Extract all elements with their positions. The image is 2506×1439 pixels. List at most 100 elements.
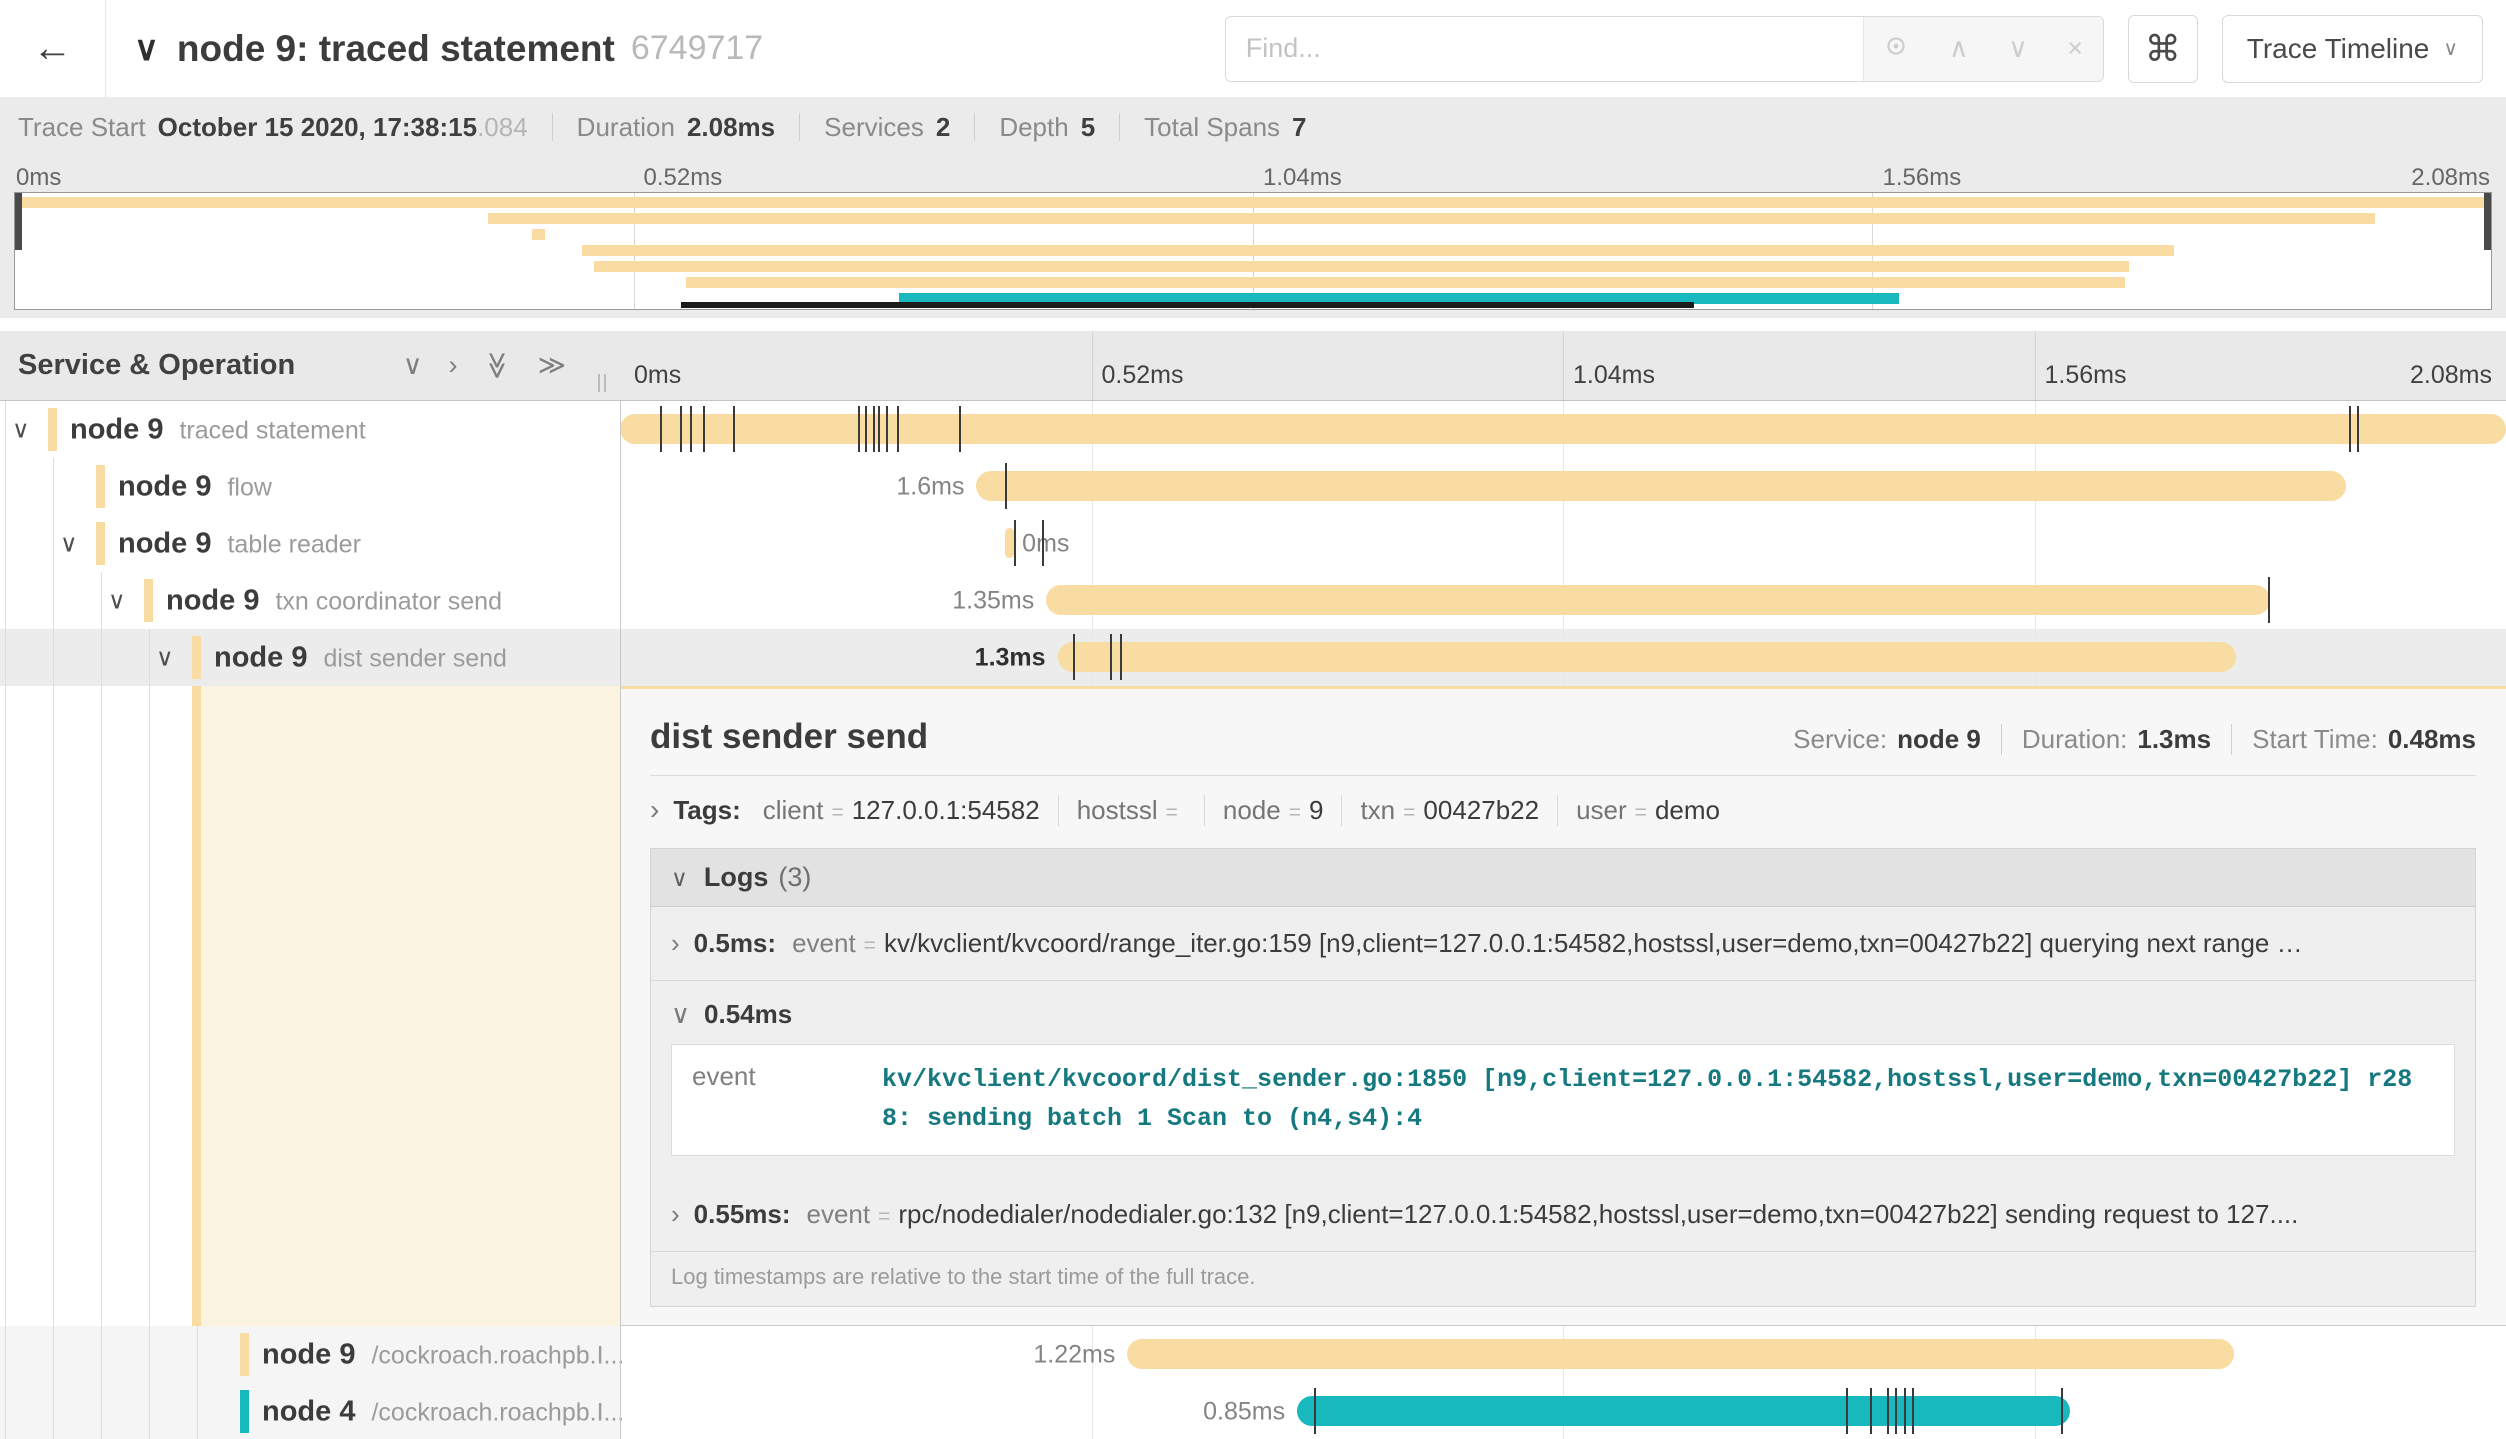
span-log-marker[interactable] — [2357, 406, 2359, 452]
span-row-name-cell[interactable]: node 9flow — [0, 458, 620, 515]
span-row-name-cell[interactable]: ∨ node 9txn coordinator send — [0, 572, 620, 629]
span-log-marker[interactable] — [858, 406, 860, 452]
span-row[interactable]: ∨ node 9table reader 0ms — [0, 515, 2506, 572]
span-log-marker[interactable] — [1887, 1388, 1889, 1434]
span-log-marker[interactable] — [1110, 634, 1112, 680]
minimap-scroll-indicator[interactable] — [681, 302, 1694, 308]
span-log-marker[interactable] — [1904, 1388, 1906, 1434]
prev-match-icon[interactable]: ∧ — [1949, 35, 1969, 62]
span-log-marker[interactable] — [897, 406, 899, 452]
span-log-marker[interactable] — [2061, 1388, 2063, 1434]
span-log-marker[interactable] — [2349, 406, 2351, 452]
span-log-marker[interactable] — [1314, 1388, 1316, 1434]
trace-view-select[interactable]: Trace Timeline ∨ — [2222, 15, 2483, 83]
span-row[interactable]: node 9/cockroach.roachpb.I...1.22ms — [0, 1326, 2506, 1383]
span-log-marker[interactable] — [680, 406, 682, 452]
span-log-marker[interactable] — [2268, 577, 2270, 623]
span-name[interactable]: node 9/cockroach.roachpb.I... — [262, 1338, 624, 1371]
span-log-marker[interactable] — [878, 406, 880, 452]
back-button[interactable]: ← — [0, 0, 106, 97]
span-duration-label: 1.3ms — [975, 643, 1046, 672]
span-log-marker[interactable] — [1120, 634, 1122, 680]
span-log-marker[interactable] — [959, 406, 961, 452]
span-log-marker[interactable] — [1073, 634, 1075, 680]
span-row-timeline-cell[interactable] — [620, 401, 2506, 458]
minimap-canvas[interactable] — [14, 192, 2492, 310]
span-log-marker[interactable] — [703, 406, 705, 452]
column-resize-grip[interactable] — [598, 374, 606, 392]
span-log-marker[interactable] — [733, 406, 735, 452]
span-expand-icon[interactable]: ∨ — [156, 643, 174, 672]
tags-row[interactable]: › Tags: client=127.0.0.1:54582hostssl=no… — [650, 776, 2476, 836]
span-color-bar — [96, 465, 105, 508]
keyboard-shortcuts-button[interactable]: ⌘ — [2128, 15, 2198, 83]
column-divider[interactable] — [620, 401, 621, 1439]
find-input[interactable] — [1226, 17, 1863, 81]
span-row[interactable]: ∨ node 9dist sender send 1.3ms — [0, 629, 2506, 686]
summary-stat-label: Depth — [999, 112, 1068, 143]
span-row-name-cell[interactable]: ∨ node 9traced statement — [0, 401, 620, 458]
summary-stat: Total Spans7 — [1144, 112, 1306, 143]
span-row[interactable]: node 4/cockroach.roachpb.I...0.85ms — [0, 1383, 2506, 1439]
span-name[interactable]: node 9flow — [118, 470, 272, 503]
span-expand-icon[interactable]: ∨ — [108, 586, 126, 615]
span-row[interactable]: ∨ node 9traced statement — [0, 401, 2506, 458]
match-locate-icon[interactable] — [1883, 33, 1909, 64]
expand-all-icon[interactable]: ≫ — [538, 352, 566, 379]
logs-header[interactable]: ∨ Logs (3) — [651, 849, 2475, 907]
expand-one-icon[interactable]: › — [448, 352, 457, 379]
equals-sign: = — [878, 1205, 890, 1228]
span-row-timeline-cell[interactable]: 0.85ms — [620, 1383, 2506, 1439]
span-log-marker[interactable] — [660, 406, 662, 452]
span-row-timeline-cell[interactable]: 1.6ms — [620, 458, 2506, 515]
span-duration-bar[interactable] — [620, 414, 2506, 444]
span-row[interactable]: node 9flow 1.6ms — [0, 458, 2506, 515]
clear-find-icon[interactable]: × — [2067, 35, 2083, 62]
span-row-timeline-cell[interactable]: 1.35ms — [620, 572, 2506, 629]
span-row-name-cell[interactable]: node 4/cockroach.roachpb.I... — [0, 1383, 620, 1439]
span-name[interactable]: node 9dist sender send — [214, 641, 507, 674]
span-name[interactable]: node 9txn coordinator send — [166, 584, 502, 617]
span-log-marker[interactable] — [886, 406, 888, 452]
minimap-range-handle-right[interactable] — [2484, 193, 2491, 250]
span-duration-bar[interactable] — [1005, 528, 1014, 558]
span-expand-icon[interactable]: ∨ — [12, 415, 30, 444]
log-entry-collapsed[interactable]: ›0.55ms:event=rpc/nodedialer/nodedialer.… — [651, 1178, 2475, 1252]
span-log-marker[interactable] — [1005, 463, 1007, 509]
collapse-trace-header-icon[interactable]: ∨ — [134, 29, 159, 69]
span-row-name-cell[interactable]: ∨ node 9table reader — [0, 515, 620, 572]
span-duration-bar[interactable] — [1058, 642, 2237, 672]
span-log-marker[interactable] — [1042, 520, 1044, 566]
span-log-marker[interactable] — [865, 406, 867, 452]
span-log-marker[interactable] — [1895, 1388, 1897, 1434]
next-match-icon[interactable]: ∨ — [2008, 35, 2028, 62]
span-log-marker[interactable] — [1846, 1388, 1848, 1434]
span-log-marker[interactable] — [1912, 1388, 1914, 1434]
log-entry-collapsed[interactable]: ›0.5ms:event=kv/kvclient/kvcoord/range_i… — [651, 907, 2475, 981]
minimap-span-bar — [582, 245, 2174, 256]
span-name[interactable]: node 4/cockroach.roachpb.I... — [262, 1395, 624, 1428]
span-row-timeline-cell[interactable]: 1.22ms — [620, 1326, 2506, 1383]
span-row-timeline-cell[interactable]: 0ms — [620, 515, 2506, 572]
span-name[interactable]: node 9traced statement — [70, 413, 366, 446]
span-row-timeline-cell[interactable]: 1.3ms — [620, 629, 2506, 686]
collapse-one-icon[interactable]: ∨ — [403, 352, 423, 379]
log-entry-expanded-header[interactable]: ∨0.54ms — [651, 981, 2475, 1040]
span-log-marker[interactable] — [690, 406, 692, 452]
span-log-marker[interactable] — [1870, 1388, 1872, 1434]
minimap-range-handle-left[interactable] — [15, 193, 22, 250]
span-name[interactable]: node 9table reader — [118, 527, 361, 560]
span-row-name-cell[interactable]: node 9/cockroach.roachpb.I... — [0, 1326, 620, 1383]
span-expand-icon[interactable]: ∨ — [60, 529, 78, 558]
span-row[interactable]: ∨ node 9txn coordinator send 1.35ms — [0, 572, 2506, 629]
collapse-all-icon[interactable]: ≫ — [484, 351, 511, 379]
detail-meta-value: 0.48ms — [2388, 724, 2476, 755]
span-duration-bar[interactable] — [1046, 585, 2270, 615]
detail-meta-value: 1.3ms — [2137, 724, 2211, 755]
span-log-marker[interactable] — [1014, 520, 1016, 566]
span-log-marker[interactable] — [873, 406, 875, 452]
span-duration-bar[interactable] — [1297, 1396, 2070, 1426]
span-duration-bar[interactable] — [1127, 1339, 2234, 1369]
span-row-name-cell[interactable]: ∨ node 9dist sender send — [0, 629, 620, 686]
span-duration-bar[interactable] — [976, 471, 2345, 501]
